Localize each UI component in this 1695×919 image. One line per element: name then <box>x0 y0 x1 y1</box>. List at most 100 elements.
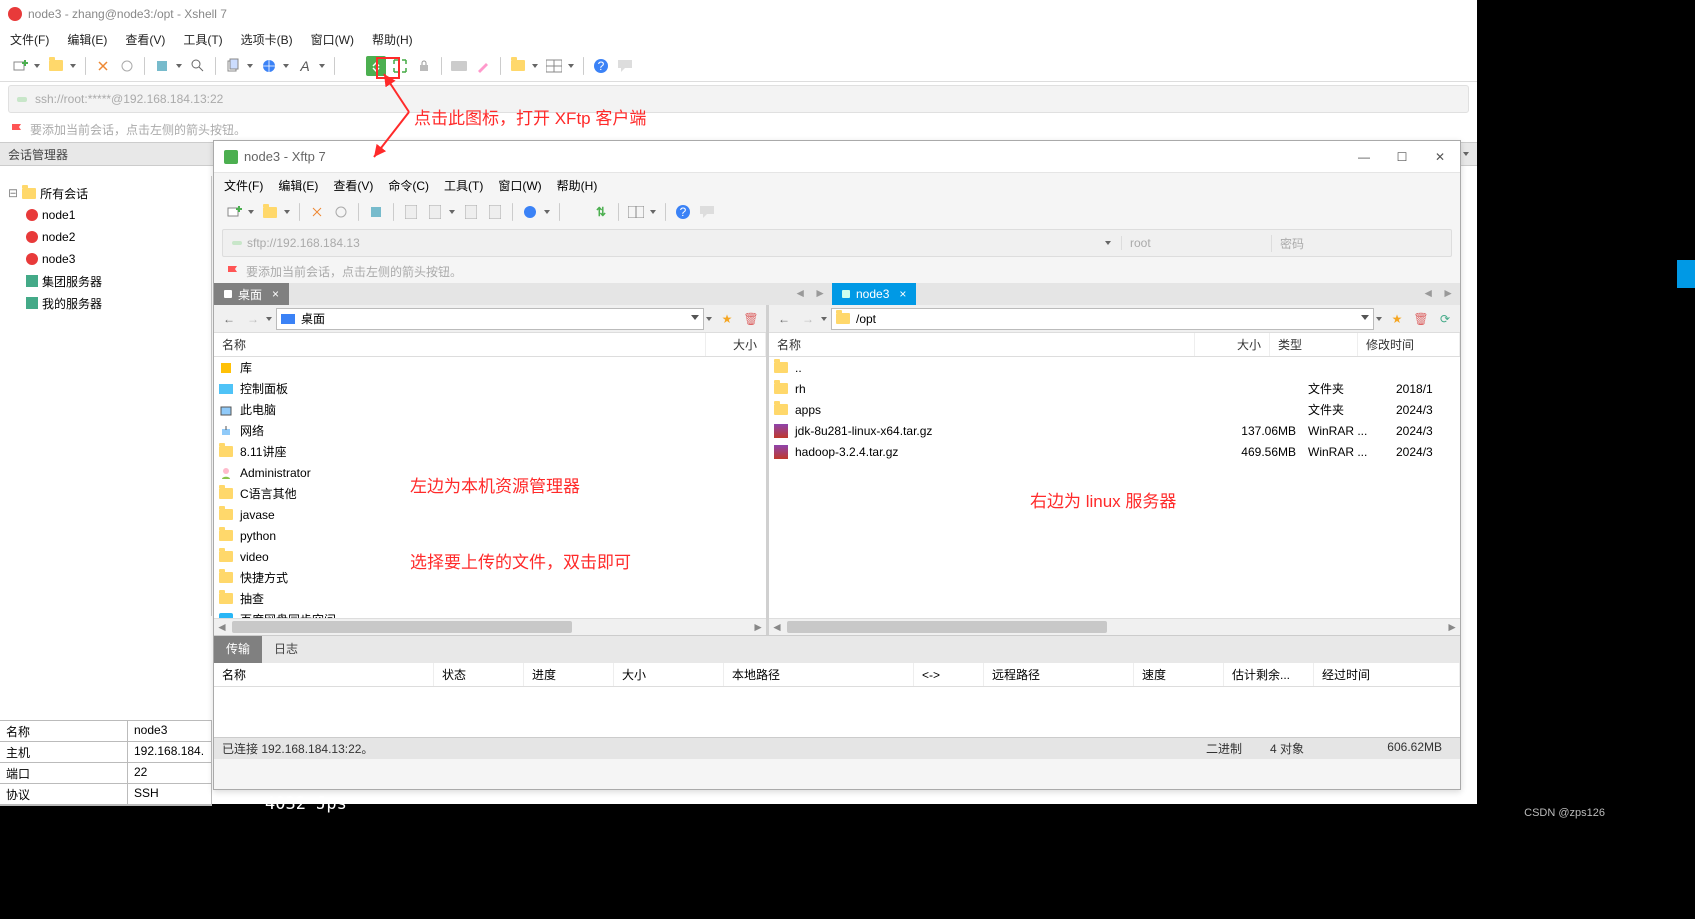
rcol-mtime[interactable]: 修改时间 <box>1358 333 1460 356</box>
col-name[interactable]: 名称 <box>214 333 706 356</box>
fullscreen-icon[interactable] <box>390 56 410 76</box>
fwd-button[interactable]: → <box>242 308 264 330</box>
xftp-menu-cmd[interactable]: 命令(C) <box>388 177 429 194</box>
tab-prev-icon[interactable]: ◄ <box>794 286 806 300</box>
remote-path-combo[interactable]: /opt <box>831 308 1374 330</box>
tree-item-group[interactable]: 集团服务器 <box>4 270 207 292</box>
stop-icon[interactable] <box>331 202 351 222</box>
remote-hscroll[interactable]: ◄► <box>769 618 1460 635</box>
xftp-menu-edit[interactable]: 编辑(E) <box>278 177 318 194</box>
menu-tools[interactable]: 工具(T) <box>183 31 222 48</box>
xshell-swirl-icon[interactable] <box>342 56 362 76</box>
tree-item-node1[interactable]: node1 <box>4 204 207 226</box>
xftp-hint: 要添加当前会话，点击左侧的箭头按钮。 <box>214 259 1460 283</box>
tab-prev2-icon[interactable]: ◄ <box>1422 286 1434 300</box>
chat2-icon[interactable] <box>697 202 717 222</box>
help-icon[interactable]: ? <box>591 56 611 76</box>
local-path-combo[interactable]: 桌面 <box>276 308 704 330</box>
new-icon[interactable] <box>224 202 244 222</box>
xftp-menu-view[interactable]: 查看(V) <box>333 177 373 194</box>
menu-view[interactable]: 查看(V) <box>125 31 165 48</box>
xshell-menubar[interactable]: 文件(F) 编辑(E) 查看(V) 工具(T) 选项卡(B) 窗口(W) 帮助(… <box>0 28 1477 50</box>
remote-file-list[interactable]: .. rh文件夹2018/1 apps文件夹2024/3 jdk-8u281-l… <box>769 357 1460 618</box>
list-item: 8.11讲座 <box>214 441 766 462</box>
lock-icon[interactable] <box>414 56 434 76</box>
globe2-icon[interactable] <box>520 202 540 222</box>
doc2-icon[interactable] <box>425 202 445 222</box>
layout2-icon[interactable] <box>626 202 646 222</box>
local-hscroll[interactable]: ◄► <box>214 618 766 635</box>
rcol-size[interactable]: 大小 <box>1195 333 1270 356</box>
props-icon[interactable] <box>366 202 386 222</box>
layout-icon[interactable] <box>544 56 564 76</box>
tree-item-myserver[interactable]: 我的服务器 <box>4 292 207 314</box>
list-item: C语言其他 <box>214 483 766 504</box>
xftp-addressbar[interactable]: sftp://192.168.184.13 root 密码 <box>222 229 1452 257</box>
maximize-button[interactable]: ☐ <box>1392 150 1412 164</box>
user-field[interactable]: root <box>1121 236 1271 250</box>
star-icon[interactable]: ★ <box>716 308 738 330</box>
close-button[interactable]: ✕ <box>1430 150 1450 164</box>
doc1-icon[interactable] <box>401 202 421 222</box>
tab-next2-icon[interactable]: ► <box>1442 286 1454 300</box>
cut-icon[interactable] <box>307 202 327 222</box>
chevron-down-icon[interactable] <box>1463 150 1471 158</box>
xftp-menu-tools[interactable]: 工具(T) <box>444 177 483 194</box>
tree-item-node2[interactable]: node2 <box>4 226 207 248</box>
tab-next-icon[interactable]: ► <box>814 286 826 300</box>
tree-item-node3[interactable]: node3 <box>4 248 207 270</box>
tab-log[interactable]: 日志 <box>262 636 310 663</box>
back-button[interactable]: ← <box>218 308 240 330</box>
local-file-list[interactable]: 库 控制面板 此电脑 网络 8.11讲座 Administrator C语言其他… <box>214 357 766 618</box>
refresh-icon[interactable]: ⟳ <box>1434 308 1456 330</box>
new-session-icon[interactable] <box>10 56 30 76</box>
star2-icon[interactable]: ★ <box>1386 308 1408 330</box>
fwd2-button[interactable]: → <box>797 308 819 330</box>
tree-root[interactable]: ⊟所有会话 <box>4 182 207 204</box>
highlight-icon[interactable] <box>473 56 493 76</box>
doc3-icon[interactable] <box>461 202 481 222</box>
xftp-menu-file[interactable]: 文件(F) <box>224 177 263 194</box>
doc4-icon[interactable] <box>485 202 505 222</box>
menu-help[interactable]: 帮助(H) <box>372 31 413 48</box>
new-folder-icon[interactable] <box>508 56 528 76</box>
xftp-menu-window[interactable]: 窗口(W) <box>498 177 541 194</box>
col-size[interactable]: 大小 <box>706 333 766 356</box>
menu-window[interactable]: 窗口(W) <box>311 31 354 48</box>
keyboard-icon[interactable] <box>449 56 469 76</box>
rcol-name[interactable]: 名称 <box>769 333 1195 356</box>
list-item: 库 <box>214 357 766 378</box>
menu-edit[interactable]: 编辑(E) <box>67 31 107 48</box>
open-folder-icon[interactable] <box>46 56 66 76</box>
open-icon[interactable] <box>260 202 280 222</box>
left-tab-desktop[interactable]: 桌面× <box>214 283 289 305</box>
trash2-icon[interactable]: 🗑 <box>1410 308 1432 330</box>
side-handle <box>1677 260 1695 288</box>
xshell-addressbar[interactable]: ssh://root:*****@192.168.184.13:22 <box>8 85 1469 113</box>
xftp-titlebar[interactable]: node3 - Xftp 7 — ☐ ✕ <box>214 141 1460 173</box>
xftp-launch-icon[interactable] <box>366 56 386 76</box>
trash-icon[interactable]: 🗑 <box>740 308 762 330</box>
xshell-address-text: ssh://root:*****@192.168.184.13:22 <box>35 92 223 106</box>
xftp-menu-help[interactable]: 帮助(H) <box>557 177 598 194</box>
menu-tabs[interactable]: 选项卡(B) <box>241 31 293 48</box>
properties-icon[interactable] <box>152 56 172 76</box>
right-tab-node3[interactable]: node3× <box>832 283 916 305</box>
disconnect-icon[interactable] <box>117 56 137 76</box>
reconnect-icon[interactable] <box>93 56 113 76</box>
back2-button[interactable]: ← <box>773 308 795 330</box>
tab-transfer[interactable]: 传输 <box>214 636 262 663</box>
xftp-green-icon[interactable]: ⇅ <box>591 202 611 222</box>
copy-icon[interactable] <box>223 56 243 76</box>
search-icon[interactable] <box>188 56 208 76</box>
minimize-button[interactable]: — <box>1354 150 1374 164</box>
password-field[interactable]: 密码 <box>1271 235 1451 252</box>
menu-file[interactable]: 文件(F) <box>10 31 49 48</box>
xftp-menubar[interactable]: 文件(F) 编辑(E) 查看(V) 命令(C) 工具(T) 窗口(W) 帮助(H… <box>214 173 1460 197</box>
globe-icon[interactable] <box>259 56 279 76</box>
swirl-icon[interactable] <box>567 202 587 222</box>
chat-icon[interactable] <box>615 56 635 76</box>
font-icon[interactable]: A <box>295 56 315 76</box>
help2-icon[interactable]: ? <box>673 202 693 222</box>
rcol-type[interactable]: 类型 <box>1270 333 1358 356</box>
